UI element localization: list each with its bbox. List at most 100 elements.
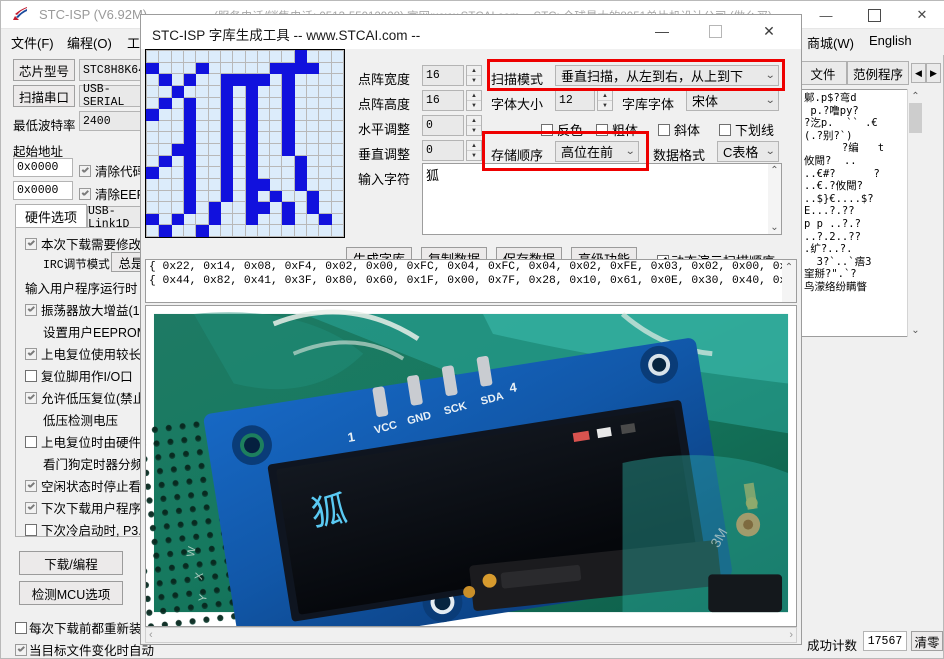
dot-matrix-cell[interactable]: [158, 84, 172, 98]
dot-matrix-cell[interactable]: [306, 166, 320, 179]
dot-matrix-cell[interactable]: [195, 96, 209, 110]
dot-matrix-cell[interactable]: [182, 189, 197, 203]
dot-matrix-cell[interactable]: [207, 119, 221, 133]
scroll-down-arrow-icon[interactable]: ⌄: [768, 221, 781, 234]
dot-matrix-cell[interactable]: [232, 189, 246, 203]
dot-matrix-cell[interactable]: [207, 177, 221, 191]
dot-matrix-cell[interactable]: [269, 84, 283, 98]
dot-matrix-cell[interactable]: [269, 189, 283, 203]
detect-mcu-button[interactable]: 检测MCU选项: [19, 581, 123, 605]
dot-matrix-cell[interactable]: [281, 108, 295, 121]
store-order-combo[interactable]: 高位在前 ⌄: [555, 141, 639, 162]
dot-matrix-cell[interactable]: [158, 166, 172, 179]
dot-matrix-cell[interactable]: [195, 201, 209, 214]
dot-matrix-cell[interactable]: [256, 131, 271, 144]
dot-matrix-cell[interactable]: [158, 143, 172, 156]
dot-matrix-cell[interactable]: [244, 143, 258, 156]
dot-matrix-cell[interactable]: [207, 50, 221, 63]
dot-matrix-cell[interactable]: [330, 212, 345, 226]
dot-matrix-cell[interactable]: [232, 119, 246, 133]
dot-matrix-cell[interactable]: [281, 166, 295, 179]
dot-matrix-cell[interactable]: [170, 177, 184, 191]
dot-matrix-cell[interactable]: [158, 119, 172, 133]
dot-matrix-cell[interactable]: [195, 73, 209, 86]
dot-matrix-cell[interactable]: [219, 108, 234, 121]
dot-matrix-cell[interactable]: [170, 96, 184, 110]
dot-matrix-cell[interactable]: [158, 61, 172, 75]
dialog-close-button[interactable]: ✕: [746, 15, 792, 47]
dot-matrix-cell[interactable]: [232, 154, 246, 168]
dot-matrix-cell[interactable]: [330, 131, 345, 144]
auto-reload-on-change-checkbox[interactable]: 当目标文件变化时自动: [15, 640, 154, 659]
dot-matrix-cell[interactable]: [256, 166, 271, 179]
start-address-2-input[interactable]: 0x0000: [13, 181, 73, 200]
dot-matrix-cell[interactable]: [170, 61, 184, 75]
dot-matrix-cell[interactable]: [195, 154, 209, 168]
invert-color-checkbox[interactable]: 反色: [541, 120, 583, 139]
dot-matrix-cell[interactable]: [281, 131, 295, 144]
dot-matrix-cell[interactable]: [207, 154, 221, 168]
dot-matrix-cell[interactable]: [219, 61, 234, 75]
dot-matrix-cell[interactable]: [306, 201, 320, 214]
dialog-minimize-button[interactable]: —: [639, 15, 685, 47]
tab-nav-prev-button[interactable]: ◀: [911, 63, 926, 83]
dot-matrix-cell[interactable]: [145, 61, 160, 75]
file-content-text[interactable]: 鄡.p$?弯d p.?噜py? ?汔p. `` .€ (.?别?`) ?编 t …: [801, 89, 923, 337]
dot-matrix-cell[interactable]: [293, 119, 308, 133]
dot-matrix-cell[interactable]: [256, 73, 271, 86]
dot-matrix-cell[interactable]: [170, 166, 184, 179]
underline-checkbox[interactable]: 下划线: [719, 120, 774, 139]
dot-matrix-cell[interactable]: [318, 212, 332, 226]
dot-matrix-cell[interactable]: [182, 224, 197, 237]
dot-matrix-cell[interactable]: [318, 96, 332, 110]
dot-matrix-cell[interactable]: [207, 73, 221, 86]
italic-checkbox[interactable]: 斜体: [658, 120, 700, 139]
dialog-horizontal-scrollbar[interactable]: ‹ ›: [145, 627, 797, 643]
dot-matrix-cell[interactable]: [195, 119, 209, 133]
dot-matrix-cell[interactable]: [281, 84, 295, 98]
dot-matrix-cell[interactable]: [330, 201, 345, 214]
dot-matrix-cell[interactable]: [244, 212, 258, 226]
dot-matrix-cell[interactable]: [269, 224, 283, 237]
dot-matrix-cell[interactable]: [170, 154, 184, 168]
dot-matrix-cell[interactable]: [256, 154, 271, 168]
dot-matrix-cell[interactable]: [293, 96, 308, 110]
dot-matrix-cell[interactable]: [158, 108, 172, 121]
dot-matrix-cell[interactable]: [145, 50, 160, 63]
option-idle-stop-wdt[interactable]: 空闲状态时停止看: [25, 476, 141, 495]
dot-matrix-cell[interactable]: [244, 84, 258, 98]
dot-matrix-cell[interactable]: [306, 108, 320, 121]
dot-matrix-cell[interactable]: [318, 108, 332, 121]
dot-matrix-cell[interactable]: [330, 189, 345, 203]
spinner-up-icon[interactable]: ▲: [467, 116, 481, 126]
scroll-left-icon[interactable]: ‹: [149, 629, 153, 641]
dot-matrix-cell[interactable]: [318, 61, 332, 75]
dot-matrix-cell[interactable]: [207, 224, 221, 237]
dot-matrix-cell[interactable]: [182, 154, 197, 168]
dot-matrix-cell[interactable]: [145, 143, 160, 156]
dot-matrix-cell[interactable]: [158, 96, 172, 110]
dot-matrix-cell[interactable]: [219, 166, 234, 179]
dot-matrix-cell[interactable]: [244, 166, 258, 179]
dot-matrix-cell[interactable]: [269, 143, 283, 156]
dot-matrix-cell[interactable]: [207, 201, 221, 214]
dot-matrix-cell[interactable]: [306, 212, 320, 226]
dot-matrix-cell[interactable]: [318, 177, 332, 191]
dot-matrix-cell[interactable]: [256, 50, 271, 63]
dot-matrix-cell[interactable]: [281, 201, 295, 214]
dot-matrix-cell[interactable]: [256, 189, 271, 203]
dot-matrix-cell[interactable]: [207, 61, 221, 75]
menu-mall[interactable]: 商城(W): [807, 33, 854, 52]
dot-matrix-cell[interactable]: [306, 131, 320, 144]
dot-matrix-cell[interactable]: [158, 154, 172, 168]
dot-matrix-cell[interactable]: [293, 108, 308, 121]
dot-matrix-cell[interactable]: [232, 50, 246, 63]
dot-matrix-cell[interactable]: [170, 224, 184, 237]
dot-matrix-cell[interactable]: [306, 154, 320, 168]
dot-matrix-cell[interactable]: [244, 154, 258, 168]
dot-matrix-cell[interactable]: [281, 73, 295, 86]
dot-matrix-cell[interactable]: [318, 201, 332, 214]
dot-matrix-cell[interactable]: [232, 84, 246, 98]
dot-matrix-cell[interactable]: [281, 119, 295, 133]
dot-matrix-cell[interactable]: [244, 131, 258, 144]
